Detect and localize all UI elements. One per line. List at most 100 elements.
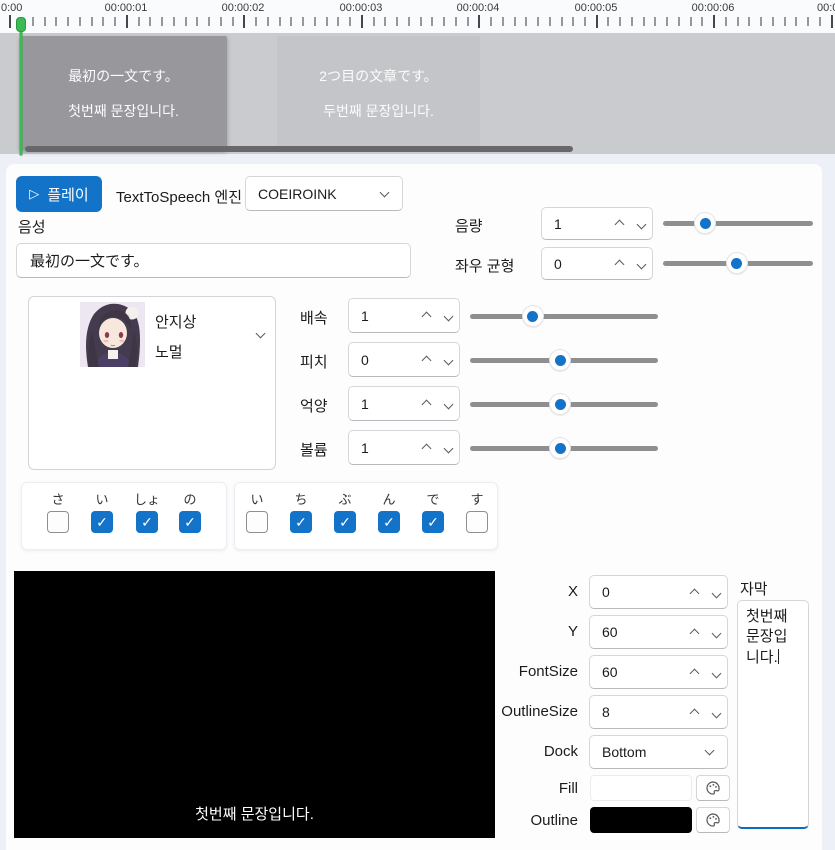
- chevron-down-icon: [636, 260, 646, 270]
- mora-checkbox[interactable]: ✓: [91, 511, 113, 533]
- ruler-tick: [807, 17, 809, 26]
- outline-color-picker-button[interactable]: [696, 807, 730, 833]
- ruler-tick: [631, 17, 633, 26]
- slider-thumb[interactable]: [695, 213, 715, 233]
- balance-slider[interactable]: [663, 253, 813, 273]
- intonation-increment-button[interactable]: [415, 395, 437, 412]
- speed-decrement-button[interactable]: [437, 307, 459, 324]
- fill-color-picker-button[interactable]: [696, 775, 730, 801]
- slider-thumb[interactable]: [550, 394, 570, 414]
- volume-increment-button[interactable]: [608, 215, 630, 232]
- ruler-tick: [666, 17, 668, 26]
- slider-thumb[interactable]: [523, 306, 543, 326]
- balance-input[interactable]: 0: [541, 247, 653, 280]
- volume-decrement-button[interactable]: [630, 215, 652, 232]
- voice-text-input[interactable]: [16, 243, 411, 278]
- fontsize-input[interactable]: 60: [589, 655, 728, 689]
- clip-text-ja: 2つ目の文章です。: [277, 66, 480, 86]
- fontsize-decrement-button[interactable]: [705, 664, 727, 681]
- playhead-handle[interactable]: [16, 17, 26, 32]
- speed-label: 배속: [300, 307, 328, 328]
- mora-label: ぶ: [330, 489, 360, 508]
- x-increment-button[interactable]: [683, 584, 705, 601]
- chevron-up-icon: [421, 312, 431, 322]
- pitch-input[interactable]: 0: [348, 342, 460, 377]
- chevron-down-icon: [636, 220, 646, 230]
- mora-checkbox[interactable]: ✓: [378, 511, 400, 533]
- x-decrement-button[interactable]: [705, 584, 727, 601]
- volume-label: 음량: [455, 215, 483, 236]
- y-increment-button[interactable]: [683, 624, 705, 641]
- pitch-label: 피치: [300, 351, 328, 372]
- timeline-clip[interactable]: 2つ目の文章です。 두번째 문장입니다.: [277, 36, 480, 150]
- pitch-slider[interactable]: [470, 350, 658, 370]
- intonation-decrement-button[interactable]: [437, 395, 459, 412]
- x-input[interactable]: 0: [589, 575, 728, 609]
- outline-color-swatch[interactable]: [590, 807, 692, 833]
- ruler-tick: [314, 17, 316, 26]
- timeline-scrollbar[interactable]: [25, 146, 573, 152]
- param-volume-increment-button[interactable]: [415, 439, 437, 456]
- mora-checkbox[interactable]: ✓: [47, 511, 69, 533]
- volume-slider[interactable]: [663, 213, 813, 233]
- fill-color-swatch[interactable]: [590, 775, 692, 801]
- ruler-tick: [32, 17, 34, 26]
- ruler-tick: [713, 15, 715, 28]
- ruler-label: 00:00:05: [568, 2, 624, 14]
- chevron-up-icon: [689, 628, 699, 638]
- ruler-tick: [243, 15, 245, 28]
- ruler-tick: [596, 15, 598, 28]
- balance-increment-button[interactable]: [608, 255, 630, 272]
- y-input[interactable]: 60: [589, 615, 728, 649]
- engine-dropdown-value: COEIROINK: [246, 186, 381, 202]
- pitch-decrement-button[interactable]: [437, 351, 459, 368]
- y-decrement-button[interactable]: [705, 624, 727, 641]
- character-selector[interactable]: 안지상 노멀: [28, 296, 276, 470]
- mora-group: さ ✓ い ✓ しょ ✓ の ✓: [21, 482, 227, 550]
- ruler-tick: [831, 15, 833, 28]
- ruler-tick: [690, 17, 692, 26]
- balance-decrement-button[interactable]: [630, 255, 652, 272]
- volume-input[interactable]: 1: [541, 207, 653, 240]
- mora-checkbox[interactable]: ✓: [179, 511, 201, 533]
- intonation-slider[interactable]: [470, 394, 658, 414]
- intonation-input[interactable]: 1: [348, 386, 460, 421]
- mora-checkbox[interactable]: ✓: [246, 511, 268, 533]
- preview-subtitle: 첫번째 문장입니다.: [14, 803, 495, 824]
- slider-thumb[interactable]: [727, 253, 747, 273]
- fontsize-increment-button[interactable]: [683, 664, 705, 681]
- outlinesize-increment-button[interactable]: [683, 704, 705, 721]
- mora-checkbox[interactable]: ✓: [290, 511, 312, 533]
- timeline-ruler[interactable]: 0:00 00:00:01 00:00:02 00:00:03 00:00:04…: [0, 0, 835, 33]
- mora-checkbox[interactable]: ✓: [422, 511, 444, 533]
- timeline-track[interactable]: 最初の一文です。 첫번째 문장입니다. 2つ目の文章です。 두번째 문장입니다.: [0, 33, 835, 154]
- caption-textarea[interactable]: 첫번째 문장입니다.: [737, 600, 809, 829]
- mora-checkbox[interactable]: ✓: [136, 511, 158, 533]
- param-volume-input[interactable]: 1: [348, 430, 460, 465]
- ruler-tick: [784, 17, 786, 26]
- speed-increment-button[interactable]: [415, 307, 437, 324]
- pitch-increment-button[interactable]: [415, 351, 437, 368]
- speed-input[interactable]: 1: [348, 298, 460, 333]
- play-button[interactable]: ▷ 플레이: [16, 176, 102, 212]
- param-volume-slider[interactable]: [470, 438, 658, 458]
- ruler-tick: [396, 17, 398, 26]
- chevron-down-icon: [711, 628, 721, 638]
- param-volume-decrement-button[interactable]: [437, 439, 459, 456]
- ruler-tick: [502, 17, 504, 26]
- engine-dropdown[interactable]: COEIROINK: [245, 176, 403, 211]
- param-volume-value: 1: [349, 440, 415, 456]
- chevron-down-icon: [256, 329, 266, 339]
- outlinesize-input[interactable]: 8: [589, 695, 728, 729]
- speed-slider[interactable]: [470, 306, 658, 326]
- mora-checkbox[interactable]: ✓: [466, 511, 488, 533]
- character-name: 안지상: [155, 311, 196, 332]
- dock-dropdown[interactable]: Bottom: [589, 735, 728, 769]
- outlinesize-decrement-button[interactable]: [705, 704, 727, 721]
- slider-thumb[interactable]: [550, 350, 570, 370]
- intonation-value: 1: [349, 396, 415, 412]
- timeline-clip-selected[interactable]: 最初の一文です。 첫번째 문장입니다.: [20, 36, 227, 150]
- mora-checkbox[interactable]: ✓: [334, 511, 356, 533]
- mora-group: い ✓ ち ✓ ぶ ✓ ん ✓ で ✓ す ✓: [234, 482, 498, 550]
- slider-thumb[interactable]: [550, 438, 570, 458]
